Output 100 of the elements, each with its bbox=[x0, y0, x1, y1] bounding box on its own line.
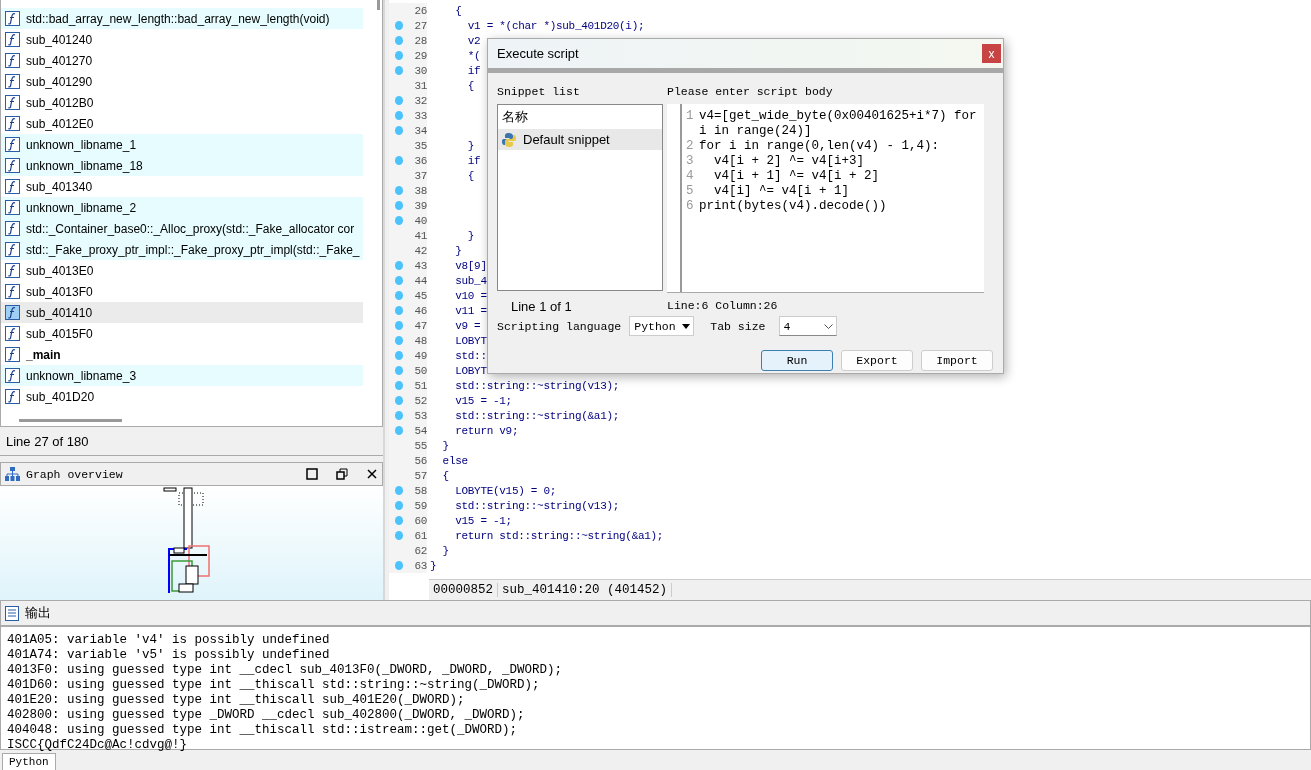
function-item[interactable]: sub_401410 bbox=[1, 302, 363, 323]
maximize-icon[interactable] bbox=[306, 468, 318, 480]
breakpoint-dot[interactable] bbox=[395, 411, 404, 420]
function-icon bbox=[5, 74, 20, 89]
language-label: Scripting language bbox=[497, 319, 622, 333]
function-item[interactable]: _main bbox=[1, 344, 363, 365]
code-line: } bbox=[441, 439, 449, 452]
function-item[interactable]: sub_401340 bbox=[1, 176, 363, 197]
function-item[interactable]: sub_401290 bbox=[1, 71, 363, 92]
function-item[interactable]: unknown_libname_1 bbox=[1, 134, 363, 155]
code-line: } bbox=[430, 559, 437, 572]
function-item[interactable]: sub_4013F0 bbox=[1, 281, 363, 302]
function-item[interactable]: sub_4012B0 bbox=[1, 92, 363, 113]
language-dropdown[interactable]: Python bbox=[629, 316, 695, 336]
line-number: 27 bbox=[413, 19, 427, 32]
restore-icon[interactable] bbox=[336, 468, 348, 480]
code-line: v4[i + 1] ^= v4[i + 2] bbox=[713, 169, 880, 184]
breakpoint-dot[interactable] bbox=[395, 66, 404, 75]
breakpoint-dot[interactable] bbox=[395, 561, 404, 570]
function-item[interactable]: sub_401240 bbox=[1, 29, 363, 50]
function-icon bbox=[5, 95, 20, 110]
function-item[interactable]: sub_4013E0 bbox=[1, 260, 363, 281]
breakpoint-dot[interactable] bbox=[395, 111, 404, 120]
breakpoint-dot[interactable] bbox=[395, 351, 404, 360]
line-number: 55 bbox=[413, 439, 427, 452]
code-line: v11 = bbox=[454, 304, 487, 317]
line-number: 58 bbox=[413, 484, 427, 497]
breakpoint-dot[interactable] bbox=[395, 501, 404, 510]
function-item[interactable]: sub_4012E0 bbox=[1, 113, 363, 134]
breakpoint-dot[interactable] bbox=[395, 396, 404, 405]
line-number: 49 bbox=[413, 349, 427, 362]
breakpoint-dot[interactable] bbox=[395, 516, 404, 525]
python-tab[interactable]: Python bbox=[2, 753, 56, 770]
dialog-button[interactable]: Export bbox=[841, 350, 913, 371]
line-number: 61 bbox=[413, 529, 427, 542]
line-number: 44 bbox=[413, 274, 427, 287]
line-number: 1 bbox=[686, 109, 695, 125]
breakpoint-dot[interactable] bbox=[395, 321, 404, 330]
function-icon bbox=[5, 179, 20, 194]
breakpoint-dot[interactable] bbox=[395, 156, 404, 165]
breakpoint-dot[interactable] bbox=[395, 261, 404, 270]
breakpoint-dot[interactable] bbox=[395, 21, 404, 30]
breakpoint-dot[interactable] bbox=[395, 306, 404, 315]
line-number: 32 bbox=[413, 94, 427, 107]
code-line: LOBYT bbox=[454, 364, 487, 377]
breakpoint-dot[interactable] bbox=[395, 96, 404, 105]
script-body-label: Please enter script body bbox=[667, 85, 834, 98]
code-line: } bbox=[466, 139, 475, 152]
breakpoint-dot[interactable] bbox=[395, 216, 404, 225]
function-icon bbox=[5, 347, 20, 362]
breakpoint-dot[interactable] bbox=[395, 381, 404, 390]
dialog-button[interactable]: Import bbox=[921, 350, 993, 371]
breakpoint-dot[interactable] bbox=[395, 51, 404, 60]
function-item[interactable]: unknown_libname_18 bbox=[1, 155, 363, 176]
code-line: sub_4 bbox=[454, 274, 487, 287]
function-item[interactable]: std::_Container_base0::_Alloc_proxy(std::_Fake_allocator cor bbox=[1, 218, 363, 239]
function-icon bbox=[5, 305, 20, 320]
breakpoint-dot[interactable] bbox=[395, 366, 404, 375]
tab-size-dropdown[interactable]: 4 bbox=[779, 316, 838, 336]
line-number: 43 bbox=[413, 259, 427, 272]
dialog-button[interactable]: Run bbox=[761, 350, 833, 371]
output-log: 401A05: variable 'v4' is possibly undefined 401A74: variable 'v5' is possibly undefined 4013F0: using guessed type int __cdecl sub_4013F0(_DWORD, _DWORD, _DWORD); 401D60: using guessed type int __thiscall std::string::~string(_DWORD); 401E20: using guessed type int __thiscall sub_401E20(_DWORD); 402800: using guessed type _DWORD __cdecl sub_402800(_DWORD, _DWORD); 404048: using guessed type int __thiscall std::istream::get(_DWORD); ISCC{QdfC24Dc@Ac!cdvg@!} bbox=[0, 626, 1311, 750]
breakpoint-dot[interactable] bbox=[395, 291, 404, 300]
breakpoint-dot[interactable] bbox=[395, 426, 404, 435]
breakpoint-dot[interactable] bbox=[395, 276, 404, 285]
breakpoint-dot[interactable] bbox=[395, 186, 404, 195]
code-line: std::string::~string(&a1); bbox=[454, 409, 620, 422]
function-item[interactable]: std::bad_array_new_length::bad_array_new_length(void) bbox=[1, 8, 363, 29]
line-number: 41 bbox=[413, 229, 427, 242]
code-line: std:: bbox=[454, 349, 487, 362]
breakpoint-dot[interactable] bbox=[395, 201, 404, 210]
function-item[interactable]: sub_4015F0 bbox=[1, 323, 363, 344]
breakpoint-dot[interactable] bbox=[395, 486, 404, 495]
function-icon bbox=[5, 32, 20, 47]
function-item[interactable]: sub_401D20 bbox=[1, 386, 363, 407]
line-number: 45 bbox=[413, 289, 427, 302]
code-line: v4[i + 2] ^= v4[i+3] bbox=[713, 154, 865, 169]
function-item[interactable]: unknown_libname_2 bbox=[1, 197, 363, 218]
function-item[interactable]: std::_Fake_proxy_ptr_impl::_Fake_proxy_ptr_impl(std::_Fake_ bbox=[1, 239, 363, 260]
breakpoint-dot[interactable] bbox=[395, 336, 404, 345]
close-button[interactable]: x bbox=[982, 44, 1001, 63]
code-line: v9 = bbox=[454, 319, 481, 332]
script-editor[interactable]: 1 v4=[get_wide_byte(0x00401625+i*7) for i in range(24)] 2 for i in range(0,len(v4) - 1,4): 3 v4[i + 2] ^= v4[i+3] 4 v4[i + 1] ^= v4[i + 2] 5 v4[i] ^= v4[i + 1] 6 print(bytes(v4).decode()) bbox=[667, 104, 984, 293]
function-icon bbox=[5, 116, 20, 131]
code-line: return std::string::~string(&a1); bbox=[454, 529, 664, 542]
breakpoint-dot[interactable] bbox=[395, 36, 404, 45]
function-item[interactable]: unknown_libname_3 bbox=[1, 365, 363, 386]
line-number: 36 bbox=[413, 154, 427, 167]
line-number: 50 bbox=[413, 364, 427, 377]
function-item[interactable]: sub_401270 bbox=[1, 50, 363, 71]
snippet-item[interactable]: Default snippet bbox=[498, 129, 662, 150]
breakpoint-dot[interactable] bbox=[395, 531, 404, 540]
function-icon bbox=[5, 368, 20, 383]
code-line: print(bytes(v4).decode()) bbox=[699, 199, 887, 214]
line-number: 40 bbox=[413, 214, 427, 227]
code-line: if bbox=[466, 64, 481, 77]
breakpoint-dot[interactable] bbox=[395, 126, 404, 135]
line-number: 60 bbox=[413, 514, 427, 527]
cursor-position: Line:6 Column:26 bbox=[667, 299, 779, 312]
close-icon[interactable] bbox=[366, 468, 378, 480]
